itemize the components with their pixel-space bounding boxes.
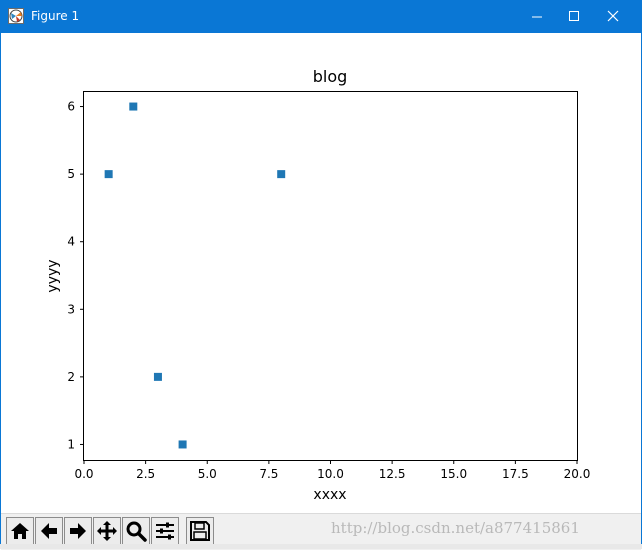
y-tick-label: 1 — [67, 437, 75, 451]
window-title: Figure 1 — [31, 9, 80, 23]
minimize-icon — [532, 16, 542, 18]
home-icon — [11, 523, 29, 539]
maximize-icon — [569, 11, 579, 21]
zoom-icon — [126, 521, 147, 542]
window-titlebar[interactable]: Figure 1 — [0, 0, 642, 33]
x-tick-label: 2.5 — [136, 467, 155, 481]
x-tick-label: 10.0 — [317, 467, 344, 481]
x-tick-label: 12.5 — [379, 467, 406, 481]
data-point — [153, 372, 162, 381]
figure-canvas[interactable]: blog 0.0 2.5 5.0 7.5 10.0 12.5 15.0 17.5 20.0 1 2… — [1, 33, 641, 513]
save-button[interactable] — [186, 517, 214, 545]
home-button[interactable] — [6, 517, 34, 545]
y-tick-label: 2 — [67, 370, 75, 384]
x-tick-label: 7.5 — [259, 467, 278, 481]
x-tick-label: 20.0 — [564, 467, 591, 481]
data-point — [277, 170, 286, 179]
y-tick-label: 5 — [67, 167, 75, 181]
y-axis-ticks: 1 2 3 4 5 6 — [67, 100, 84, 451]
data-point — [104, 170, 113, 179]
chart-title: blog — [313, 67, 348, 86]
minimize-button[interactable] — [519, 0, 556, 33]
zoom-button[interactable] — [122, 517, 150, 545]
pan-button[interactable] — [93, 517, 121, 545]
subplots-button[interactable] — [151, 517, 179, 545]
back-icon — [41, 523, 57, 539]
watermark-text: http://blog.csdn.net/a877415861 — [331, 519, 580, 537]
x-axis-label: xxxx — [313, 487, 346, 503]
forward-button[interactable] — [64, 517, 92, 545]
y-tick-label: 3 — [67, 302, 75, 316]
x-tick-label: 17.5 — [502, 467, 529, 481]
subplots-icon — [156, 522, 174, 540]
maximize-button[interactable] — [556, 0, 593, 33]
scatter-chart: blog 0.0 2.5 5.0 7.5 10.0 12.5 15.0 17.5 20.0 1 2… — [45, 67, 590, 503]
close-button[interactable] — [595, 0, 632, 33]
save-icon — [190, 521, 210, 541]
background-window-strip — [0, 544, 642, 549]
back-button[interactable] — [35, 517, 63, 545]
forward-icon — [70, 523, 86, 539]
x-tick-label: 15.0 — [440, 467, 467, 481]
app-icon — [8, 8, 24, 24]
close-icon — [607, 10, 619, 22]
y-axis-label: yyyy — [45, 259, 61, 292]
x-tick-label: 5.0 — [198, 467, 217, 481]
y-tick-label: 4 — [67, 235, 75, 249]
y-tick-label: 6 — [67, 100, 75, 114]
data-point — [129, 102, 138, 111]
x-axis-ticks: 0.0 2.5 5.0 7.5 10.0 12.5 15.0 17.5 20.0 — [74, 460, 590, 481]
x-tick-label: 0.0 — [74, 467, 93, 481]
data-point — [178, 440, 187, 449]
pan-icon — [97, 521, 117, 541]
plot-frame — [83, 91, 578, 461]
